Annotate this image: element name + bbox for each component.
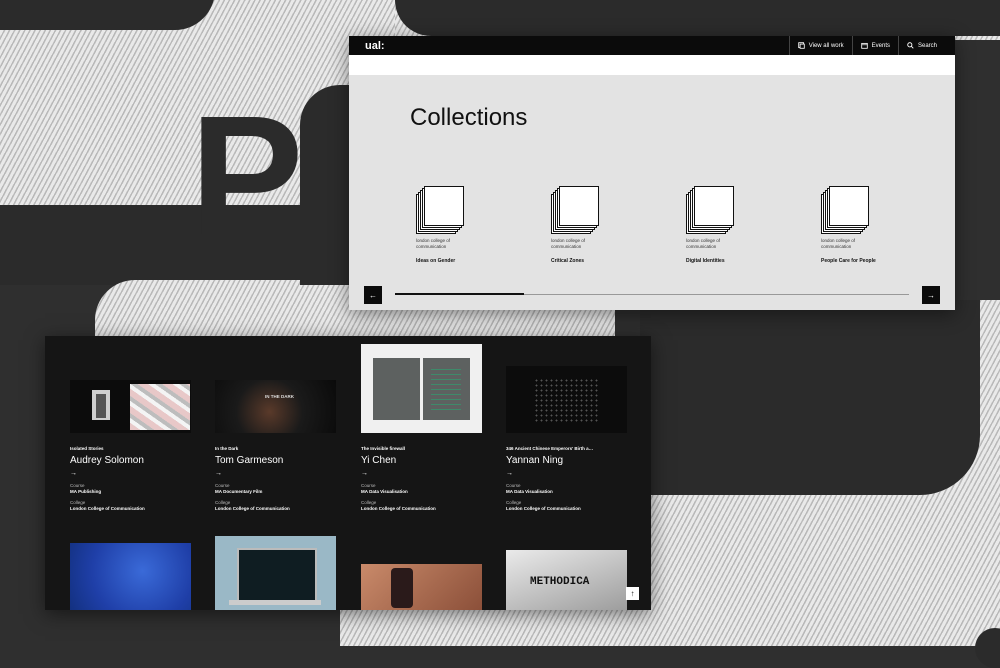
student-name[interactable]: Audrey Solomon <box>70 455 191 466</box>
book-page-left <box>373 358 420 420</box>
project-title: The Invisible firewall <box>361 446 406 451</box>
collection-subtitle: london college of communication <box>551 238 586 249</box>
carousel-next-button[interactable]: → <box>922 286 940 304</box>
laptop-screen <box>237 548 317 602</box>
college-value: London College of Communication <box>70 506 145 511</box>
college-label: College <box>70 500 86 505</box>
collection-card[interactable]: london college of communication People C… <box>821 186 941 264</box>
nav-label: View all work <box>808 42 844 49</box>
nav-label: Events <box>871 42 890 49</box>
course-value: MA Data Visualisation <box>361 489 408 494</box>
arrow-right-icon[interactable]: → <box>506 470 627 477</box>
dark-blob-top <box>0 0 215 30</box>
nav-events[interactable]: Events <box>851 36 898 55</box>
course-label: Course <box>215 483 230 488</box>
project-thumbnail[interactable] <box>361 344 482 433</box>
nav-view-all-work[interactable]: View all work <box>788 36 852 55</box>
thumbnail-caption: IN THE DARK <box>265 394 294 399</box>
project-thumbnail[interactable] <box>70 380 191 433</box>
collection-card[interactable]: london college of communication Ideas on… <box>416 186 536 264</box>
collection-subtitle: london college of communication <box>416 238 451 249</box>
collection-stack-icon <box>416 186 464 234</box>
course-value: MA Publishing <box>70 489 102 494</box>
arrow-right-icon[interactable]: → <box>70 470 191 477</box>
collection-title: Digital Identities <box>686 258 725 264</box>
background-letter: P <box>190 81 304 271</box>
dot-grid <box>534 378 600 422</box>
collection-card[interactable]: london college of communication Digital … <box>686 186 806 264</box>
collection-stack-icon <box>551 186 599 234</box>
project-card[interactable]: 346 Ancient Chinese Emperors' Birth a… Y… <box>506 366 627 511</box>
student-name[interactable]: Yannan Ning <box>506 455 627 466</box>
collection-subtitle: london college of communication <box>686 238 721 249</box>
project-thumbnail[interactable]: IN THE DARK <box>215 380 336 433</box>
project-thumbnail[interactable] <box>215 536 336 610</box>
ual-logo[interactable]: ual: <box>365 40 385 52</box>
project-thumbnail[interactable] <box>506 366 627 433</box>
nav-links: View all work Events Search <box>788 36 955 55</box>
college-label: College <box>506 500 522 505</box>
photo-door-frame <box>96 394 106 418</box>
project-thumbnail[interactable] <box>70 543 191 610</box>
collection-card[interactable]: london college of communication Critical… <box>551 186 671 264</box>
laptop-base <box>229 600 321 605</box>
calendar-icon <box>860 42 868 49</box>
course-label: Course <box>506 483 521 488</box>
project-title: In the Dark <box>215 446 239 451</box>
carousel-progress-track[interactable] <box>395 293 909 295</box>
top-navbar: ual: View all work Events Search <box>349 36 955 55</box>
college-label: College <box>215 500 231 505</box>
project-title: 346 Ancient Chinese Emperors' Birth a… <box>506 446 594 451</box>
carousel-prev-button[interactable]: ← <box>364 286 382 304</box>
project-card[interactable]: Isolated Stories Audrey Solomon → Course… <box>70 380 191 511</box>
collection-title: Ideas on Gender <box>416 258 456 264</box>
student-name[interactable]: Yi Chen <box>361 455 482 466</box>
project-thumbnail[interactable]: METHODICA <box>506 550 627 610</box>
project-thumbnail[interactable] <box>361 564 482 610</box>
course-value: MA Data Visualisation <box>506 489 553 494</box>
college-value: London College of Communication <box>361 506 436 511</box>
nav-search[interactable]: Search <box>897 36 955 55</box>
photo-collage <box>130 384 190 430</box>
carousel-progress-fill <box>395 293 524 295</box>
nav-label: Search <box>917 42 937 49</box>
dark-blob-top-right <box>395 0 1000 36</box>
projects-window: Isolated Stories Audrey Solomon → Course… <box>45 336 651 610</box>
collection-stack-icon <box>686 186 734 234</box>
header-spacer <box>349 55 955 75</box>
collection-title: Critical Zones <box>551 258 585 264</box>
arrow-right-icon[interactable]: → <box>361 470 482 477</box>
project-card[interactable]: IN THE DARK In the Dark Tom Garmeson → C… <box>215 380 336 511</box>
search-icon <box>907 42 914 49</box>
grid-icon <box>798 42 805 49</box>
thumbnail-caption: METHODICA <box>530 576 590 588</box>
project-card[interactable]: The Invisible firewall Yi Chen → Course … <box>361 344 482 511</box>
college-label: College <box>361 500 377 505</box>
book-page-right-detail <box>431 366 461 410</box>
course-value: MA Documentary Film <box>215 489 263 494</box>
scroll-to-top-button[interactable]: ↑ <box>626 587 639 600</box>
collection-subtitle: london college of communication <box>821 238 856 249</box>
course-label: Course <box>361 483 376 488</box>
page-title: Collections <box>410 104 528 131</box>
project-title: Isolated Stories <box>70 446 104 451</box>
collections-window: ual: View all work Events Search Collect… <box>349 36 955 310</box>
college-value: London College of Communication <box>506 506 581 511</box>
phone-shape <box>391 568 413 608</box>
collection-title: People Care for People <box>821 258 876 264</box>
dark-blob-right <box>640 300 980 495</box>
course-label: Course <box>70 483 85 488</box>
student-name[interactable]: Tom Garmeson <box>215 455 336 466</box>
arrow-right-icon[interactable]: → <box>215 470 336 477</box>
college-value: London College of Communication <box>215 506 290 511</box>
collection-stack-icon <box>821 186 869 234</box>
